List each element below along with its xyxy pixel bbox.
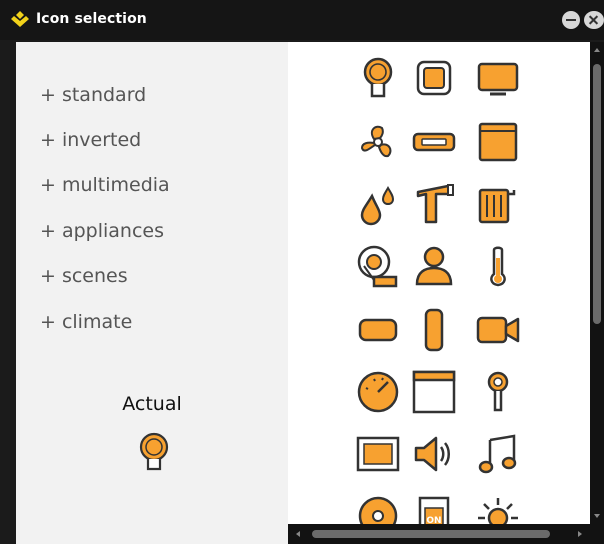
dimmer-knob-icon[interactable] — [356, 370, 400, 414]
lamp-bulb-icon[interactable] — [356, 56, 400, 100]
category-multimedia[interactable]: + multimedia — [40, 174, 170, 196]
radiator-icon[interactable] — [476, 182, 520, 226]
actual-label: Actual — [122, 393, 182, 415]
panel-icon[interactable] — [476, 120, 520, 164]
scroll-left-arrow-icon[interactable] — [296, 531, 300, 537]
title-bar[interactable]: Icon selection — [0, 0, 604, 40]
on-switch-label: ON — [426, 516, 441, 524]
scroll-right-arrow-icon[interactable] — [578, 531, 582, 537]
vertical-scrollbar[interactable] — [590, 42, 604, 524]
monitor-icon[interactable] — [476, 56, 520, 100]
scroll-down-arrow-icon[interactable] — [594, 514, 600, 518]
category-standard[interactable]: + standard — [40, 84, 146, 106]
icon-selection-window: Icon selection + standard + inverted + m… — [0, 0, 604, 544]
vertical-scroll-thumb[interactable] — [593, 64, 601, 324]
category-panel: + standard + inverted + multimedia + app… — [16, 42, 288, 544]
square-button-icon[interactable] — [412, 56, 456, 100]
minimize-button[interactable] — [562, 11, 580, 29]
category-climate[interactable]: + climate — [40, 311, 132, 333]
wall-socket-icon[interactable] — [412, 120, 456, 164]
speaker-icon[interactable] — [412, 432, 456, 476]
person-icon[interactable] — [412, 244, 456, 288]
tap-icon[interactable] — [412, 182, 456, 226]
icon-grid: ON — [288, 42, 590, 524]
tape-measure-icon[interactable] — [356, 244, 400, 288]
scroll-corner — [590, 524, 604, 544]
horizontal-scrollbar[interactable] — [288, 524, 590, 544]
vertical-switch-icon[interactable] — [412, 308, 456, 352]
horizontal-scroll-thumb[interactable] — [312, 530, 550, 538]
close-button[interactable] — [584, 11, 604, 29]
on-switch-icon[interactable]: ON — [412, 494, 456, 524]
window-title: Icon selection — [36, 11, 147, 27]
category-appliances[interactable]: + appliances — [40, 220, 164, 242]
disc-icon[interactable] — [356, 494, 400, 524]
app-logo-icon — [11, 11, 29, 27]
category-inverted[interactable]: + inverted — [40, 129, 141, 151]
water-drops-icon[interactable] — [356, 182, 400, 226]
music-note-icon[interactable] — [476, 432, 520, 476]
fan-icon[interactable] — [356, 120, 400, 164]
window-icon[interactable] — [412, 370, 456, 414]
category-scenes[interactable]: + scenes — [40, 265, 128, 287]
thermometer-icon[interactable] — [476, 244, 520, 288]
sun-icon[interactable] — [476, 494, 520, 524]
horizontal-switch-icon[interactable] — [356, 308, 400, 352]
screen-icon[interactable] — [356, 432, 400, 476]
lamp-bulb-icon — [139, 432, 169, 471]
pin-icon[interactable] — [476, 370, 520, 414]
scroll-up-arrow-icon[interactable] — [594, 48, 600, 52]
camera-icon[interactable] — [476, 308, 520, 352]
